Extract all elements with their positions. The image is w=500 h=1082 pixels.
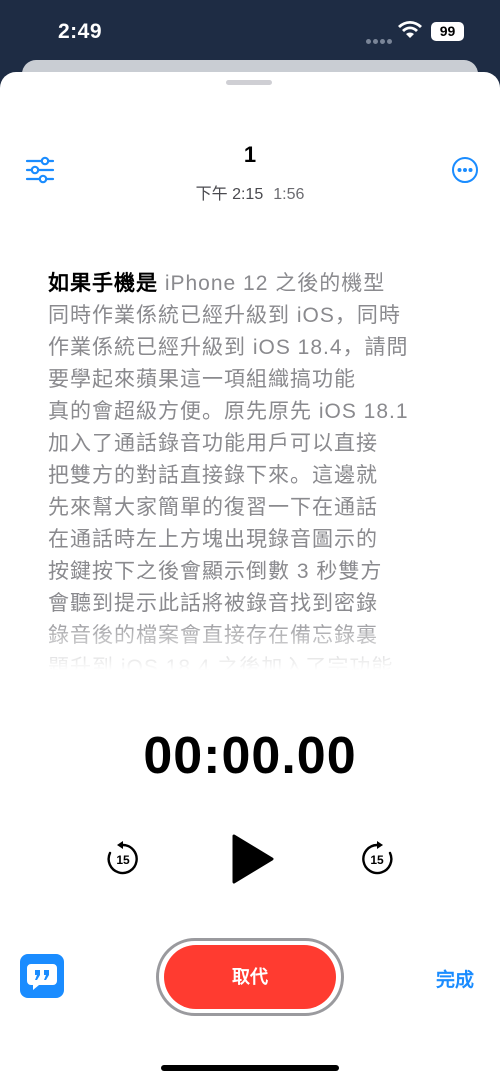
play-icon[interactable] xyxy=(230,834,274,884)
transcript-line: 題升到 iOS 18.4 之後加入了宗功能 xyxy=(48,656,394,670)
transcript-line: 按鍵按下之後會顯示倒數 3 秒雙方 xyxy=(48,560,383,583)
transcript-line: 先來幫大家簡單的復習一下在通話 xyxy=(48,496,378,519)
skip-back-seconds: 15 xyxy=(116,853,130,867)
transcript-line: 把雙方的對話直接錄下來。這邊就 xyxy=(48,464,378,487)
quote-bubble-icon xyxy=(27,964,57,990)
transcript-line: 錄音後的檔案會直接存在備忘錄裏 xyxy=(48,624,378,647)
transcript-line: 會聽到提示此話將被錄音找到密錄 xyxy=(48,592,378,615)
recording-date: 下午 2:15 xyxy=(195,186,264,203)
transcript-first-rest: iPhone 12 之後的機型 xyxy=(158,272,386,295)
transcript-text[interactable]: 如果手機是 iPhone 12 之後的機型 同時作業係統已經升級到 iOS，同時… xyxy=(48,268,468,670)
transcript-highlight: 如果手機是 xyxy=(48,272,158,295)
recording-title: 1 xyxy=(243,142,257,167)
status-time: 2:49 xyxy=(58,20,103,43)
sheet-grabber[interactable] xyxy=(226,80,272,85)
battery-indicator: 99 xyxy=(431,22,464,41)
transcript-line: 如果手機是 iPhone 12 之後的機型 xyxy=(48,268,468,300)
recording-meta: 下午 2:15 1:56 xyxy=(0,180,500,204)
transcript-toggle-button[interactable] xyxy=(20,954,64,998)
wifi-icon xyxy=(398,21,422,38)
transcript-line: 同時作業係統已經升級到 iOS，同時 xyxy=(48,304,401,327)
replace-button[interactable]: 取代 xyxy=(164,945,336,1009)
recording-duration: 1:56 xyxy=(273,186,305,203)
transcript-line: 真的會超級方便。原先原先 iOS 18.1 xyxy=(48,400,409,423)
skip-forward-seconds: 15 xyxy=(370,853,384,867)
recording-sheet: 1 下午 2:15 1:56 如果手機是 iPhone 12 之後的機型 同時作業… xyxy=(0,72,500,1082)
transcript-line: 加入了通話錄音功能用戶可以直接 xyxy=(48,432,378,455)
home-indicator[interactable] xyxy=(161,1065,339,1071)
ellipsis-circle-icon[interactable] xyxy=(451,156,479,184)
status-bar: 2:49 99 xyxy=(0,0,500,62)
transcript-line: 在通話時左上方塊出現錄音圖示的 xyxy=(48,528,378,551)
transcript-line: 作業係統已經升級到 iOS 18.4，請問 xyxy=(48,336,409,359)
playback-timer: 00:00.00 xyxy=(143,727,357,785)
cellular-icon xyxy=(366,31,394,49)
transcript-line: 要學起來蘋果這一項組織搞功能 xyxy=(48,368,356,391)
done-button[interactable]: 完成 xyxy=(436,965,474,992)
